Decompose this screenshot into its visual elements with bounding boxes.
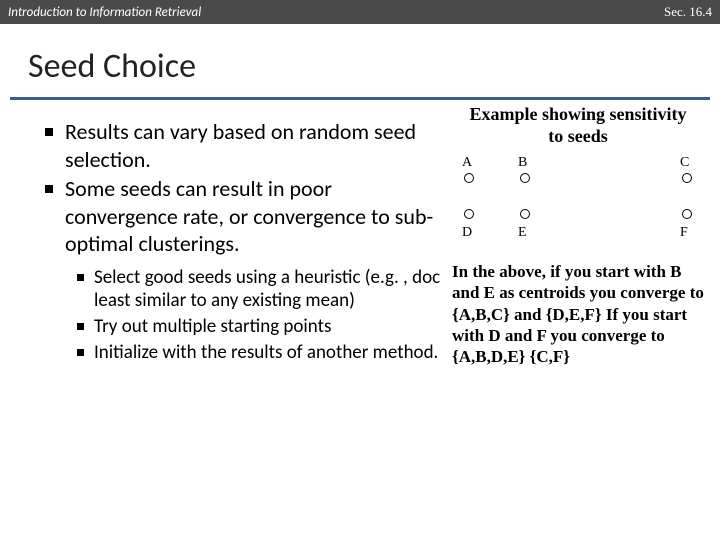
sub-bullet-item: Initialize with the results of another m… bbox=[77, 341, 447, 365]
point-circle-icon bbox=[520, 173, 530, 183]
point-circle-icon bbox=[464, 173, 474, 183]
sub-bullet-item: Select good seeds using a heuristic (e.g… bbox=[77, 266, 447, 314]
bullet-square-icon bbox=[77, 274, 84, 281]
bullet-square-icon bbox=[77, 349, 84, 356]
main-bullet-list: Results can vary based on random seed se… bbox=[45, 118, 435, 365]
point-label-a: A bbox=[462, 155, 472, 171]
section-label: Sec. 16.4 bbox=[664, 4, 712, 20]
seed-diagram: A B C D E F bbox=[458, 155, 698, 255]
example-title: Example showing sensitivity to seeds bbox=[448, 104, 708, 147]
bullet-square-icon bbox=[77, 323, 84, 330]
point-circle-icon bbox=[682, 209, 692, 219]
bullet-item: Some seeds can result in poor convergenc… bbox=[45, 175, 435, 258]
content-area: Results can vary based on random seed se… bbox=[0, 100, 720, 365]
bullet-text: Results can vary based on random seed se… bbox=[65, 118, 435, 173]
course-title: Introduction to Information Retrieval bbox=[8, 5, 201, 20]
example-explanation: In the above, if you start with B and E … bbox=[448, 255, 708, 367]
bullet-square-icon bbox=[45, 128, 53, 136]
sub-bullet-list: Select good seeds using a heuristic (e.g… bbox=[77, 266, 447, 365]
point-label-f: F bbox=[680, 225, 688, 241]
sub-bullet-text: Select good seeds using a heuristic (e.g… bbox=[94, 266, 447, 314]
point-circle-icon bbox=[464, 209, 474, 219]
bullet-square-icon bbox=[45, 185, 53, 193]
bullet-item: Results can vary based on random seed se… bbox=[45, 118, 435, 173]
point-label-c: C bbox=[680, 155, 689, 171]
point-circle-icon bbox=[682, 173, 692, 183]
sub-bullet-text: Try out multiple starting points bbox=[94, 315, 331, 339]
slide-title: Seed Choice bbox=[0, 24, 720, 97]
sub-bullet-text: Initialize with the results of another m… bbox=[94, 341, 438, 365]
point-label-e: E bbox=[518, 225, 527, 241]
bullet-text: Some seeds can result in poor convergenc… bbox=[65, 175, 435, 258]
point-label-d: D bbox=[462, 225, 472, 241]
example-column: Example showing sensitivity to seeds A B… bbox=[448, 100, 708, 367]
point-circle-icon bbox=[520, 209, 530, 219]
sub-bullet-item: Try out multiple starting points bbox=[77, 315, 447, 339]
point-label-b: B bbox=[518, 155, 527, 171]
slide-header: Introduction to Information Retrieval Se… bbox=[0, 0, 720, 24]
